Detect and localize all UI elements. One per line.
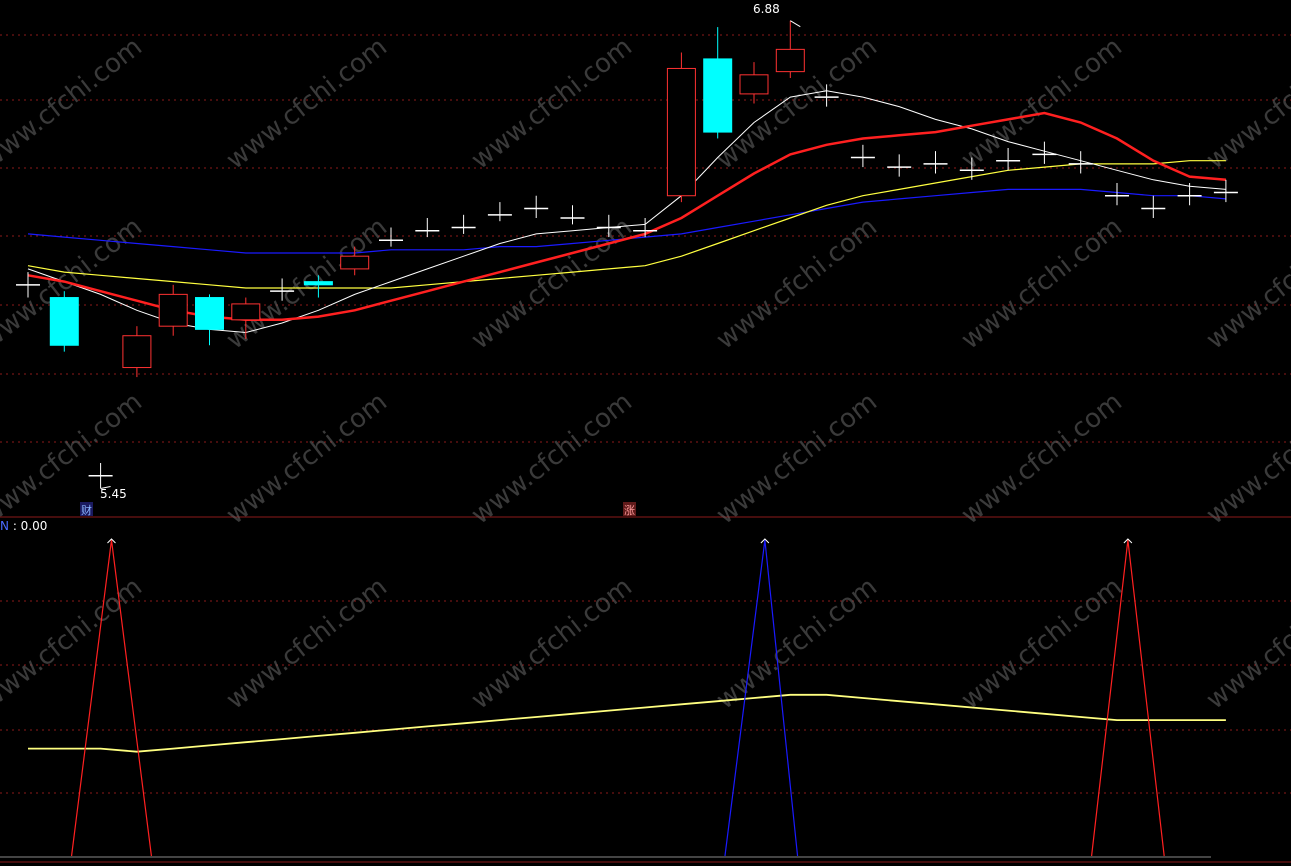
watermark-text-20: www.cfchi.com (466, 572, 638, 716)
watermark-text-12: www.cfchi.com (0, 387, 148, 531)
candle-body (739, 74, 769, 95)
candle-31 (1141, 195, 1166, 218)
candle-body (303, 281, 333, 286)
candle-4 (158, 284, 188, 336)
high-pointer (790, 20, 801, 28)
candle-body (231, 303, 261, 321)
candle-12 (451, 214, 476, 234)
chart-canvas: www.cfchi.com www.cfchi.com www.cfchi.com w… (0, 2, 1291, 863)
candle-1 (49, 291, 79, 352)
watermark-text-14: www.cfchi.com (466, 387, 638, 531)
candle-3 (122, 326, 152, 378)
candle-body (666, 67, 696, 197)
indicator-readout-name: N (0, 519, 9, 533)
candle-2 (88, 463, 113, 489)
candle-body (703, 58, 733, 133)
candle-24 (887, 154, 912, 177)
candle-11 (415, 218, 440, 238)
candle-18 (666, 52, 696, 203)
high-price-label: 6.88 (753, 2, 780, 16)
candle-28 (1032, 141, 1057, 164)
candle-body (122, 335, 152, 369)
candle-29 (1068, 151, 1093, 174)
candle-body (195, 297, 224, 330)
watermark-text-17: www.cfchi.com (1201, 387, 1291, 531)
candle-body (340, 255, 370, 270)
watermark-text-9: www.cfchi.com (711, 212, 883, 356)
watermark-text-15: www.cfchi.com (711, 387, 883, 531)
watermark-text-13: www.cfchi.com (221, 387, 393, 531)
marker-mid-text: 涨 (624, 504, 635, 517)
candle-5 (195, 294, 224, 346)
watermark-text-10: www.cfchi.com (956, 212, 1128, 356)
candle-21 (775, 20, 805, 78)
watermark-text-18: www.cfchi.com (0, 572, 148, 716)
marker-left-text: 财 (81, 503, 92, 517)
candle-19 (703, 27, 733, 139)
watermark-text-5: www.cfchi.com (1201, 32, 1291, 176)
indicator-readout: N : 0.00 (0, 519, 47, 533)
watermark-text-2: www.cfchi.com (466, 32, 638, 176)
watermark-text-19: www.cfchi.com (221, 572, 393, 716)
candle-body (158, 293, 188, 327)
candle-body (49, 297, 79, 346)
indicator-readout-value: : 0.00 (13, 519, 48, 533)
watermark-text-16: www.cfchi.com (956, 387, 1128, 531)
candle-25 (923, 151, 948, 174)
watermark-text-8: www.cfchi.com (466, 212, 638, 356)
candle-23 (850, 144, 875, 168)
watermark-text-23: www.cfchi.com (1201, 572, 1291, 716)
candle-13 (487, 202, 512, 222)
watermark-text-1: www.cfchi.com (221, 32, 393, 176)
watermark-text-22: www.cfchi.com (956, 572, 1128, 716)
candle-15 (560, 205, 585, 225)
candle-20 (739, 62, 769, 104)
candle-body (775, 48, 805, 73)
candle-30 (1105, 183, 1129, 206)
watermark-text-0: www.cfchi.com (0, 32, 148, 176)
indicator-yellow-line (28, 693, 1226, 753)
candle-14 (524, 195, 549, 218)
low-price-label: 5.45 (100, 487, 127, 501)
watermark-text-11: www.cfchi.com (1201, 212, 1291, 356)
candle-32 (1177, 183, 1202, 206)
grid-lines (0, 34, 1291, 863)
